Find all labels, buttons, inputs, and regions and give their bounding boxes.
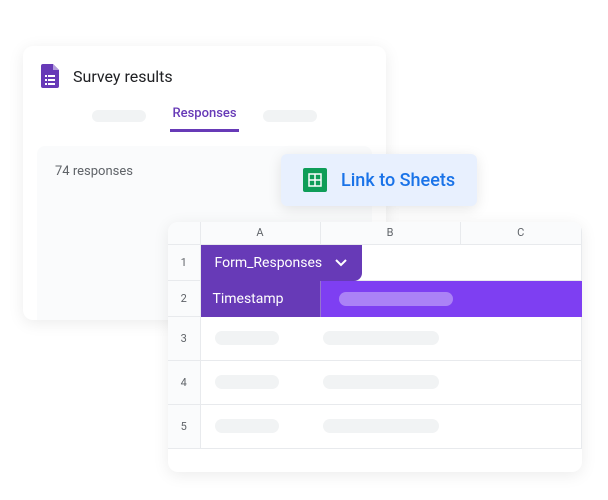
row-number[interactable]: 5	[168, 404, 200, 448]
cell[interactable]	[200, 316, 582, 360]
link-to-sheets-button[interactable]: Link to Sheets	[281, 154, 477, 206]
spreadsheet-card: A B C 1 Form_Responses 2 Timestamp	[168, 222, 582, 472]
cell[interactable]: Form_Responses	[200, 244, 582, 280]
tab-responses[interactable]: Responses	[170, 100, 238, 132]
forms-tabs: Responses	[23, 94, 386, 132]
cell-placeholder	[215, 331, 279, 345]
chevron-down-icon	[334, 256, 348, 270]
cell[interactable]	[200, 360, 582, 404]
spreadsheet-grid[interactable]: A B C 1 Form_Responses 2 Timestamp	[168, 222, 582, 449]
corner-cell	[168, 222, 200, 244]
header-cell-placeholder[interactable]	[339, 292, 453, 306]
row-number[interactable]: 4	[168, 360, 200, 404]
table-row: 2 Timestamp	[168, 280, 582, 316]
table-row: 1 Form_Responses	[168, 244, 582, 280]
column-header-row: A B C	[168, 222, 582, 244]
header-row: Timestamp	[201, 281, 583, 317]
sheet-tab-chip[interactable]: Form_Responses	[201, 245, 363, 281]
column-header[interactable]: B	[320, 222, 460, 244]
sheets-icon	[303, 168, 327, 192]
cell-placeholder	[323, 375, 439, 389]
cell-placeholder	[323, 419, 439, 433]
cell-placeholder	[215, 419, 279, 433]
tab-placeholder[interactable]	[263, 110, 317, 122]
forms-header: Survey results	[23, 46, 386, 94]
forms-icon	[39, 62, 61, 90]
forms-title: Survey results	[73, 67, 173, 86]
sheet-tab-name: Form_Responses	[215, 255, 323, 271]
row-number[interactable]: 3	[168, 316, 200, 360]
tab-placeholder[interactable]	[92, 110, 146, 122]
row-number[interactable]: 1	[168, 244, 200, 280]
header-cell-timestamp[interactable]: Timestamp	[201, 281, 321, 317]
cell[interactable]: Timestamp	[200, 280, 582, 316]
table-row: 4	[168, 360, 582, 404]
column-header[interactable]: A	[200, 222, 320, 244]
column-header[interactable]: C	[460, 222, 582, 244]
cell-placeholder	[215, 375, 279, 389]
link-button-label: Link to Sheets	[341, 170, 455, 191]
row-number[interactable]: 2	[168, 280, 200, 316]
cell-placeholder	[323, 331, 439, 345]
table-row: 3	[168, 316, 582, 360]
table-row: 5	[168, 404, 582, 448]
cell[interactable]	[200, 404, 582, 448]
